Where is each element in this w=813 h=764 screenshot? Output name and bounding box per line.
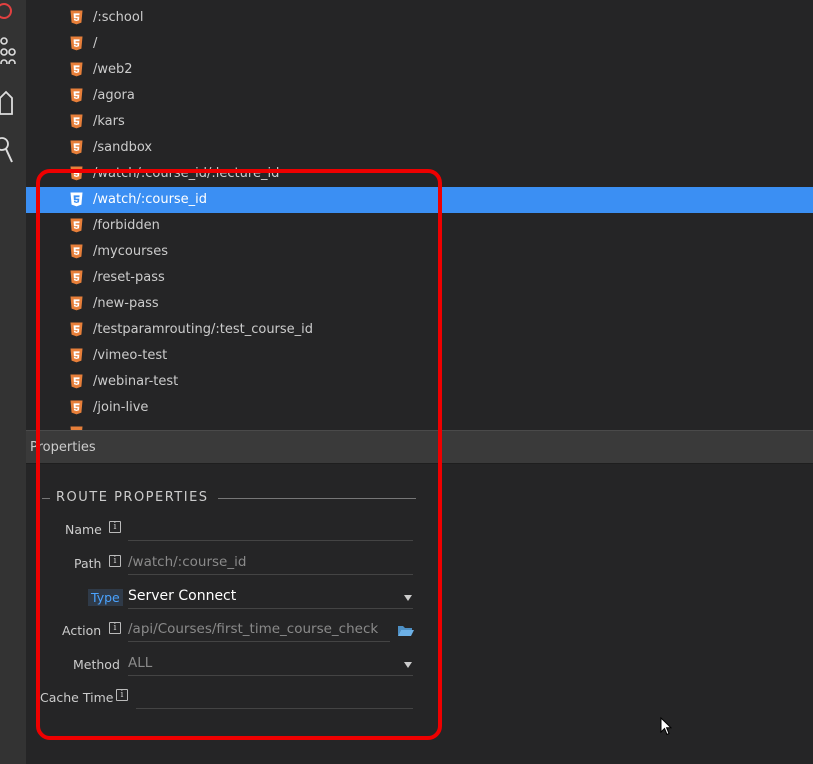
html5-icon bbox=[70, 88, 83, 103]
path-label: Path bbox=[74, 556, 102, 571]
action-label: Action bbox=[62, 623, 102, 638]
chevron-down-icon[interactable] bbox=[404, 595, 412, 601]
section-title: ROUTE PROPERTIES bbox=[56, 490, 209, 505]
action-field[interactable]: /api/Courses/first_time_course_check bbox=[128, 618, 390, 642]
path-field[interactable]: /watch/:course_id bbox=[128, 551, 413, 575]
html5-icon bbox=[70, 192, 83, 207]
route-item-selected[interactable]: /watch/:course_id bbox=[26, 187, 813, 213]
route-item[interactable]: /join-live bbox=[26, 395, 813, 421]
html5-icon bbox=[70, 140, 83, 155]
route-label: /agora bbox=[93, 88, 135, 103]
folder-open-icon[interactable] bbox=[397, 625, 415, 637]
route-item[interactable]: /agora bbox=[26, 83, 813, 109]
html5-icon bbox=[70, 270, 83, 285]
route-label: /vimeo-test bbox=[93, 348, 168, 363]
html5-icon bbox=[70, 10, 83, 25]
route-label: /testparamrouting/:test_course_id bbox=[93, 322, 314, 337]
route-item[interactable]: /watch/:course_id/:lecture_id bbox=[26, 161, 813, 187]
properties-header[interactable]: Properties bbox=[26, 430, 813, 464]
route-item[interactable]: /testparamrouting/:test_course_id bbox=[26, 317, 813, 343]
route-item[interactable]: /sandbox bbox=[26, 135, 813, 161]
html5-icon bbox=[70, 296, 83, 311]
html5-icon bbox=[70, 244, 83, 259]
html5-icon bbox=[70, 400, 83, 415]
route-label: /reset-pass bbox=[93, 270, 165, 285]
properties-panel: ROUTE PROPERTIES Name i Path i /watch/:c… bbox=[26, 465, 813, 764]
html5-icon bbox=[70, 36, 83, 51]
route-label: /kars bbox=[93, 114, 125, 129]
route-label: /sandbox bbox=[93, 140, 153, 155]
route-label: / bbox=[93, 36, 98, 51]
html5-icon bbox=[70, 166, 83, 181]
search-icon[interactable] bbox=[0, 136, 20, 164]
route-item[interactable]: /web2 bbox=[26, 57, 813, 83]
tag-icon[interactable] bbox=[0, 88, 20, 116]
route-tree: /:school / /web2 /agora /kars /sandbox /… bbox=[26, 0, 813, 430]
info-icon[interactable]: i bbox=[109, 521, 121, 533]
html5-icon bbox=[70, 62, 83, 77]
html5-icon bbox=[70, 218, 83, 233]
route-label: /watch/:course_id/:lecture_id bbox=[93, 166, 280, 181]
html5-icon bbox=[70, 322, 83, 337]
route-item[interactable]: /webinar-test bbox=[26, 369, 813, 395]
route-label: /mycourses bbox=[93, 244, 168, 259]
activity-bar bbox=[0, 0, 26, 764]
section-divider bbox=[42, 498, 50, 499]
route-label: /new-pass bbox=[93, 296, 159, 311]
route-item[interactable]: /:school bbox=[26, 5, 813, 31]
properties-title: Properties bbox=[30, 440, 96, 455]
section-divider bbox=[218, 498, 416, 499]
route-label: /web2 bbox=[93, 62, 133, 77]
cache-time-field[interactable] bbox=[136, 685, 413, 709]
html5-icon bbox=[70, 348, 83, 363]
route-item[interactable]: / bbox=[26, 31, 813, 57]
route-item[interactable]: /vimeo-test bbox=[26, 343, 813, 369]
html5-icon bbox=[70, 114, 83, 129]
route-label: /webinar-test bbox=[93, 374, 179, 389]
route-item[interactable]: /mycourses bbox=[26, 239, 813, 265]
cache-time-label: Cache Time bbox=[40, 690, 114, 705]
method-label: Method bbox=[73, 657, 120, 672]
route-item-partial[interactable] bbox=[26, 421, 813, 430]
info-icon[interactable]: i bbox=[116, 689, 128, 701]
mouse-cursor-icon bbox=[660, 717, 672, 736]
info-icon[interactable]: i bbox=[109, 622, 121, 634]
route-label: /forbidden bbox=[93, 218, 160, 233]
git-branch-icon[interactable] bbox=[0, 36, 20, 64]
chevron-down-icon[interactable] bbox=[404, 662, 412, 668]
route-item[interactable]: /new-pass bbox=[26, 291, 813, 317]
name-field[interactable] bbox=[128, 517, 413, 541]
html5-icon bbox=[70, 374, 83, 389]
name-label: Name bbox=[65, 522, 102, 537]
type-label: Type bbox=[88, 589, 123, 606]
route-item[interactable]: /kars bbox=[26, 109, 813, 135]
method-select[interactable]: ALL bbox=[128, 652, 413, 676]
route-label: /:school bbox=[93, 10, 144, 25]
info-icon[interactable]: i bbox=[109, 555, 121, 567]
record-icon[interactable] bbox=[0, 0, 20, 28]
route-item[interactable]: /forbidden bbox=[26, 213, 813, 239]
type-select[interactable]: Server Connect bbox=[128, 585, 413, 609]
route-label: /watch/:course_id bbox=[93, 192, 208, 207]
route-label: /join-live bbox=[93, 400, 149, 415]
route-item[interactable]: /reset-pass bbox=[26, 265, 813, 291]
